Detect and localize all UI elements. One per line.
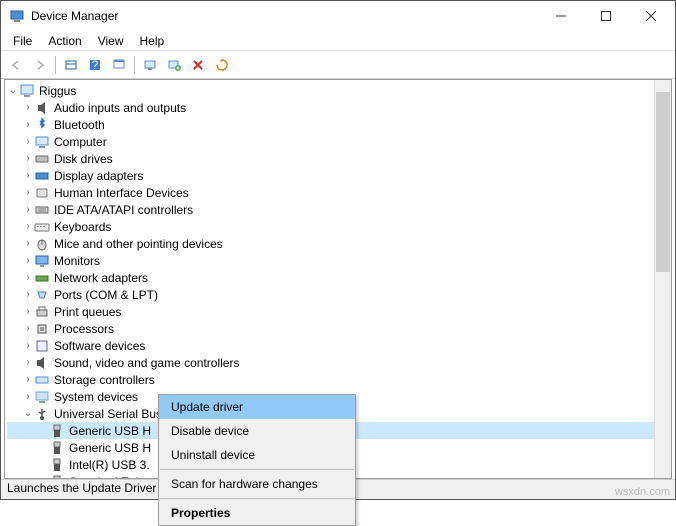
scrollbar-thumb[interactable] bbox=[656, 92, 670, 272]
toolbar: ? bbox=[1, 51, 675, 79]
chevron-right-icon[interactable]: › bbox=[22, 221, 34, 232]
menubar: File Action View Help bbox=[1, 31, 675, 51]
computer-icon bbox=[19, 83, 35, 99]
audio-icon bbox=[34, 100, 50, 116]
tree-category-storage[interactable]: ›Storage controllers bbox=[7, 371, 671, 388]
tree-root-label: Riggus bbox=[39, 84, 76, 98]
svg-text:?: ? bbox=[92, 58, 99, 72]
chevron-right-icon[interactable]: › bbox=[22, 272, 34, 283]
tree-category-audio[interactable]: ›Audio inputs and outputs bbox=[7, 99, 671, 116]
keyboard-icon bbox=[34, 219, 50, 235]
ide-icon bbox=[34, 202, 50, 218]
chevron-down-icon[interactable]: ⌄ bbox=[22, 408, 34, 419]
chevron-right-icon[interactable]: › bbox=[22, 187, 34, 198]
tree-category-network[interactable]: ›Network adapters bbox=[7, 269, 671, 286]
tree-category-processors[interactable]: ›Processors bbox=[7, 320, 671, 337]
chevron-right-icon[interactable]: › bbox=[22, 204, 34, 215]
refresh-button[interactable] bbox=[211, 54, 233, 76]
chevron-right-icon[interactable]: › bbox=[22, 170, 34, 181]
forward-button[interactable] bbox=[29, 54, 51, 76]
usb-device-icon bbox=[49, 457, 65, 473]
menu-action[interactable]: Action bbox=[40, 32, 89, 50]
menu-view[interactable]: View bbox=[90, 32, 132, 50]
tree-category-bluetooth[interactable]: ›Bluetooth bbox=[7, 116, 671, 133]
sound-icon bbox=[34, 355, 50, 371]
usb-icon bbox=[34, 406, 50, 422]
tree-root[interactable]: ⌄ Riggus bbox=[7, 82, 671, 99]
show-hide-button[interactable] bbox=[60, 54, 82, 76]
display-icon bbox=[34, 168, 50, 184]
ports-icon bbox=[34, 287, 50, 303]
ctx-scan-hardware[interactable]: Scan for hardware changes bbox=[159, 472, 355, 496]
ctx-properties[interactable]: Properties bbox=[159, 501, 355, 525]
printer-icon bbox=[34, 304, 50, 320]
app-icon bbox=[9, 8, 25, 24]
chevron-right-icon[interactable]: › bbox=[22, 340, 34, 351]
chevron-right-icon[interactable]: › bbox=[22, 238, 34, 249]
menu-file[interactable]: File bbox=[5, 32, 40, 50]
chevron-right-icon[interactable]: › bbox=[22, 102, 34, 113]
usb-device-icon bbox=[49, 474, 65, 479]
tree-category-computer[interactable]: ›Computer bbox=[7, 133, 671, 150]
context-menu-separator bbox=[160, 469, 354, 470]
scan-button[interactable] bbox=[139, 54, 161, 76]
menu-help[interactable]: Help bbox=[132, 32, 173, 50]
tree-category-display[interactable]: ›Display adapters bbox=[7, 167, 671, 184]
software-icon bbox=[34, 338, 50, 354]
titlebar: Device Manager bbox=[1, 1, 675, 31]
context-menu-separator bbox=[160, 498, 354, 499]
window-title: Device Manager bbox=[31, 9, 538, 23]
tree-category-sound[interactable]: ›Sound, video and game controllers bbox=[7, 354, 671, 371]
minimize-button[interactable] bbox=[538, 2, 583, 30]
chevron-right-icon[interactable]: › bbox=[22, 153, 34, 164]
chevron-right-icon[interactable]: › bbox=[22, 391, 34, 402]
ctx-uninstall-device[interactable]: Uninstall device bbox=[159, 443, 355, 467]
tree-category-disk[interactable]: ›Disk drives bbox=[7, 150, 671, 167]
chevron-right-icon[interactable]: › bbox=[22, 255, 34, 266]
storage-icon bbox=[34, 372, 50, 388]
chevron-right-icon[interactable]: › bbox=[22, 136, 34, 147]
tree-category-print[interactable]: ›Print queues bbox=[7, 303, 671, 320]
tree-category-hid[interactable]: ›Human Interface Devices bbox=[7, 184, 671, 201]
context-menu: Update driver Disable device Uninstall d… bbox=[158, 394, 356, 526]
bluetooth-icon bbox=[34, 117, 50, 133]
chevron-right-icon[interactable]: › bbox=[22, 323, 34, 334]
chevron-right-icon[interactable]: › bbox=[22, 374, 34, 385]
help-button[interactable] bbox=[108, 54, 130, 76]
status-text: Launches the Update Driver W bbox=[7, 481, 171, 495]
cpu-icon bbox=[34, 321, 50, 337]
tree-category-monitors[interactable]: ›Monitors bbox=[7, 252, 671, 269]
usb-device-icon bbox=[49, 423, 65, 439]
chevron-down-icon[interactable]: ⌄ bbox=[7, 85, 19, 96]
maximize-button[interactable] bbox=[583, 2, 628, 30]
chevron-right-icon[interactable]: › bbox=[22, 306, 34, 317]
add-hardware-button[interactable] bbox=[163, 54, 185, 76]
tree-category-ports[interactable]: ›Ports (COM & LPT) bbox=[7, 286, 671, 303]
tree-category-ide[interactable]: ›IDE ATA/ATAPI controllers bbox=[7, 201, 671, 218]
toolbar-separator bbox=[134, 56, 135, 74]
properties-wrench-button[interactable]: ? bbox=[84, 54, 106, 76]
usb-device-icon bbox=[49, 440, 65, 456]
vertical-scrollbar[interactable] bbox=[654, 80, 671, 478]
toolbar-separator bbox=[55, 56, 56, 74]
chevron-right-icon[interactable]: › bbox=[22, 357, 34, 368]
network-icon bbox=[34, 270, 50, 286]
hid-icon bbox=[34, 185, 50, 201]
tree-category-mice[interactable]: ›Mice and other pointing devices bbox=[7, 235, 671, 252]
tree-category-keyboards[interactable]: ›Keyboards bbox=[7, 218, 671, 235]
watermark: wsxdn.com bbox=[615, 486, 670, 498]
mouse-icon bbox=[34, 236, 50, 252]
system-icon bbox=[34, 389, 50, 405]
chevron-right-icon[interactable]: › bbox=[22, 119, 34, 130]
disk-icon bbox=[34, 151, 50, 167]
ctx-disable-device[interactable]: Disable device bbox=[159, 419, 355, 443]
ctx-update-driver[interactable]: Update driver bbox=[159, 395, 355, 419]
back-button[interactable] bbox=[5, 54, 27, 76]
tree-category-software[interactable]: ›Software devices bbox=[7, 337, 671, 354]
close-button[interactable] bbox=[628, 2, 673, 30]
computer-icon bbox=[34, 134, 50, 150]
chevron-right-icon[interactable]: › bbox=[22, 289, 34, 300]
monitor-icon bbox=[34, 253, 50, 269]
delete-button[interactable] bbox=[187, 54, 209, 76]
